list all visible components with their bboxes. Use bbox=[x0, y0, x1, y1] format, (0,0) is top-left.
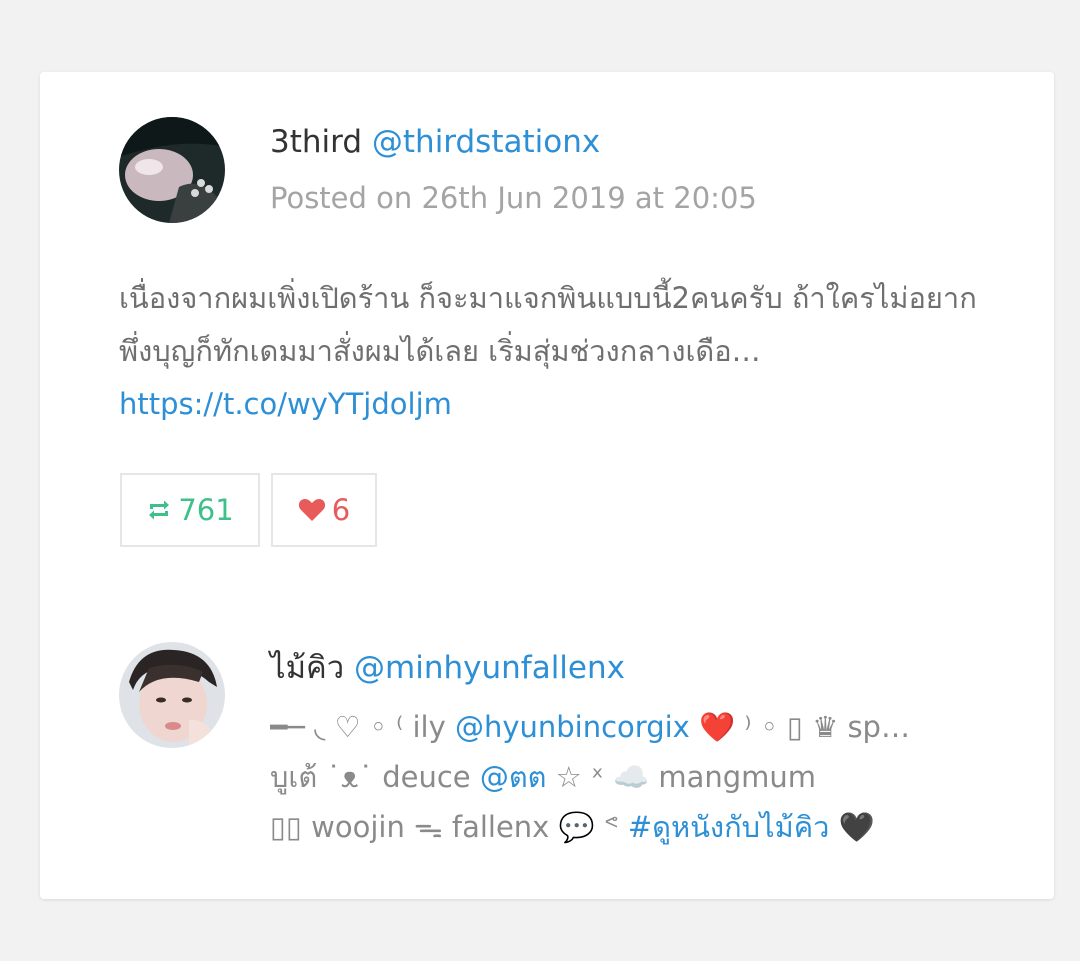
tweet-body: เนื่องจากผมเพิ่งเปิดร้าน ก็จะมาแจกพินแบบ… bbox=[119, 281, 977, 368]
bio-hashtag[interactable]: #ดูหนังกับไม้คิว bbox=[628, 810, 830, 844]
retweet-button[interactable]: 761 bbox=[120, 473, 260, 547]
bio-mention[interactable]: @ตต bbox=[480, 760, 547, 794]
post-timestamp: Posted on 26th Jun 2019 at 20:05 bbox=[270, 181, 757, 215]
user-avatar[interactable] bbox=[119, 642, 225, 748]
tweet-card: 3third @thirdstationx Posted on 26th Jun… bbox=[40, 72, 1054, 899]
black-heart-icon: 🖤 bbox=[829, 810, 875, 844]
bio-text: ☆ ˣ ☁️ mangmum bbox=[546, 760, 817, 794]
user-display-name[interactable]: ไม้คิว bbox=[270, 650, 344, 686]
tweet-text: เนื่องจากผมเพิ่งเปิดร้าน ก็จะมาแจกพินแบบ… bbox=[119, 272, 999, 431]
bio-text: ━─ ◟ ♡ ◦ ⁽ ily bbox=[270, 710, 455, 744]
author-handle[interactable]: @thirdstationx bbox=[372, 124, 600, 160]
tweet-link[interactable]: https://t.co/wyYTjdoljm bbox=[119, 387, 452, 421]
bio-line: ━─ ◟ ♡ ◦ ⁽ ily @hyunbincorgix ❤️ ⁾ ◦ ▯ ♛… bbox=[270, 702, 1030, 752]
bio-mention[interactable]: @hyunbincorgix bbox=[455, 710, 690, 744]
user-bio: ━─ ◟ ♡ ◦ ⁽ ily @hyunbincorgix ❤️ ⁾ ◦ ▯ ♛… bbox=[270, 702, 1030, 852]
like-button[interactable]: 6 bbox=[271, 473, 377, 547]
user-handle[interactable]: @minhyunfallenx bbox=[354, 650, 625, 686]
avatar-image bbox=[119, 642, 225, 748]
red-heart-icon: ❤️ bbox=[689, 710, 736, 744]
bio-text: ▯▯ woojin ᯓ fallenx 💬 ᕝ bbox=[270, 810, 628, 844]
author-display-name[interactable]: 3third bbox=[270, 124, 362, 160]
bio-line: ▯▯ woojin ᯓ fallenx 💬 ᕝ #ดูหนังกับไม้คิว… bbox=[270, 802, 1030, 852]
author-avatar[interactable] bbox=[119, 117, 225, 223]
author-name-line: 3third @thirdstationx bbox=[270, 122, 600, 162]
retweet-icon bbox=[146, 499, 172, 521]
avatar-image bbox=[119, 117, 225, 223]
user-name-line: ไม้คิว @minhyunfallenx bbox=[270, 648, 625, 688]
like-count: 6 bbox=[331, 493, 351, 527]
bio-text: ⁾ ◦ ▯ ♛ sp… bbox=[735, 710, 910, 744]
bio-line: บูเต้ ˙ᴥ˙ deuce @ตต ☆ ˣ ☁️ mangmum bbox=[270, 752, 1030, 802]
heart-icon bbox=[298, 498, 326, 522]
retweet-count: 761 bbox=[178, 493, 234, 527]
bio-text: บูเต้ ˙ᴥ˙ deuce bbox=[270, 760, 480, 794]
